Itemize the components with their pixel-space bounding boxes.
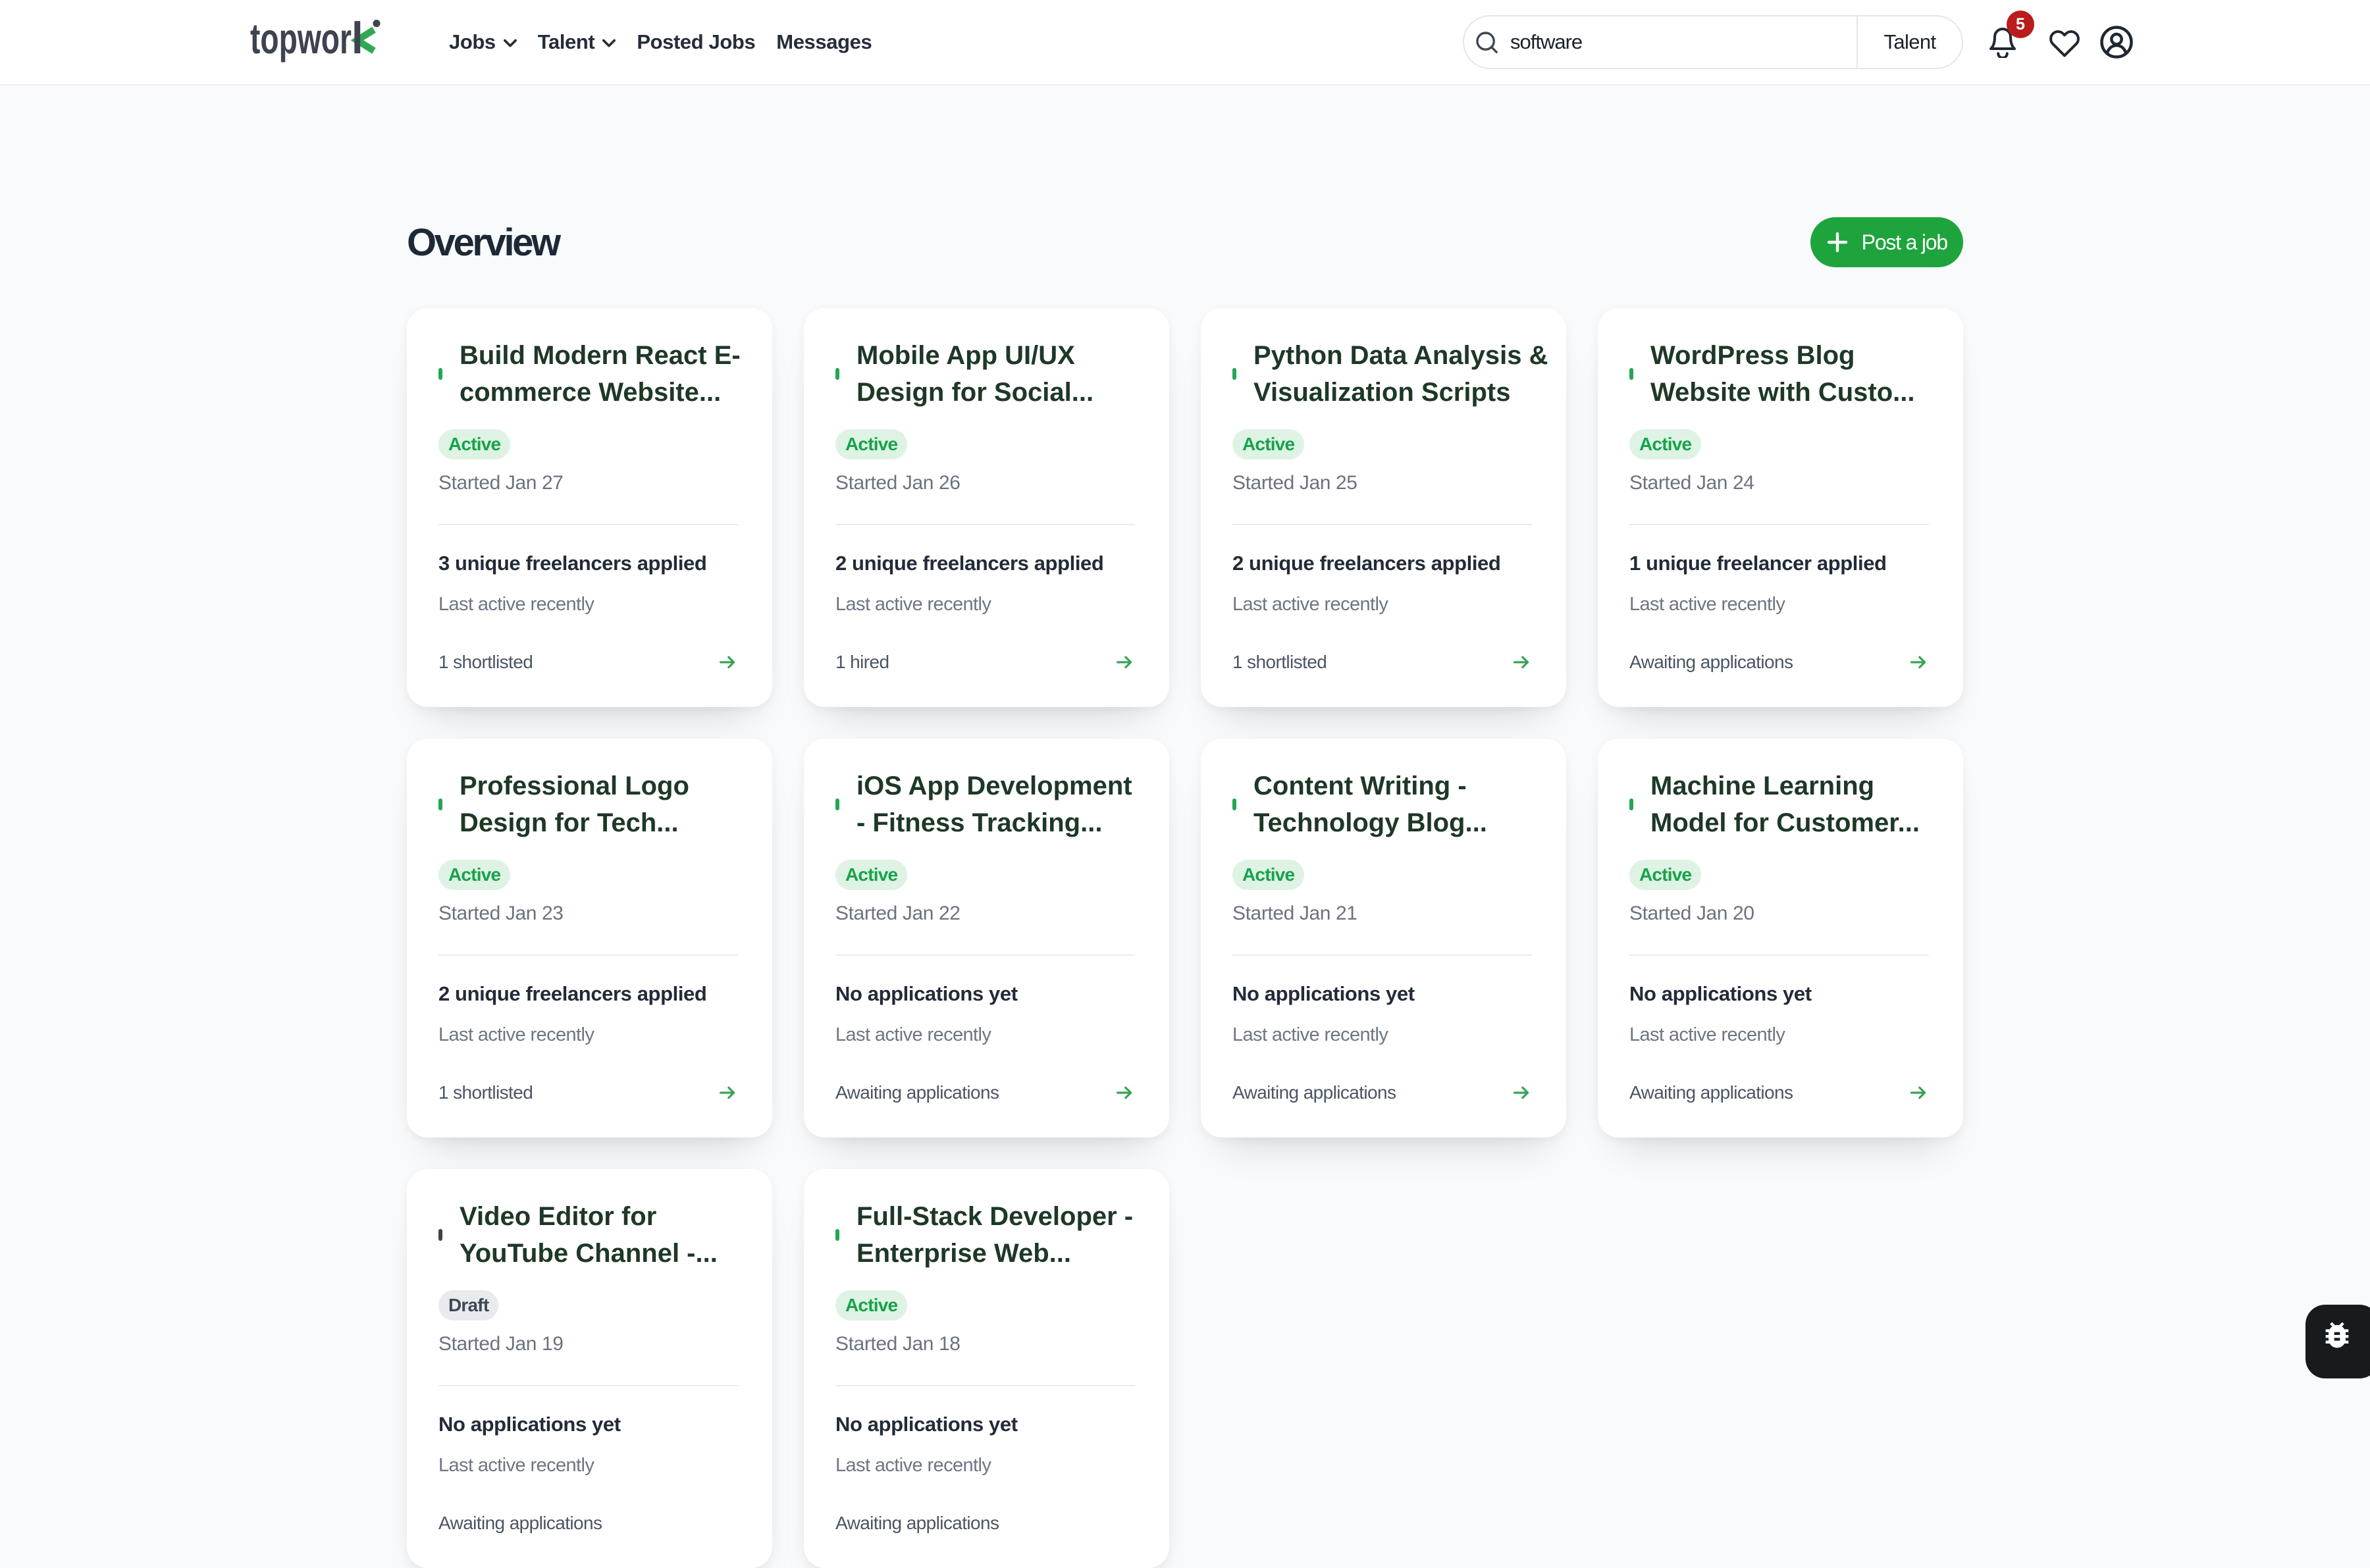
svg-text:topwor: topwor	[250, 18, 352, 63]
